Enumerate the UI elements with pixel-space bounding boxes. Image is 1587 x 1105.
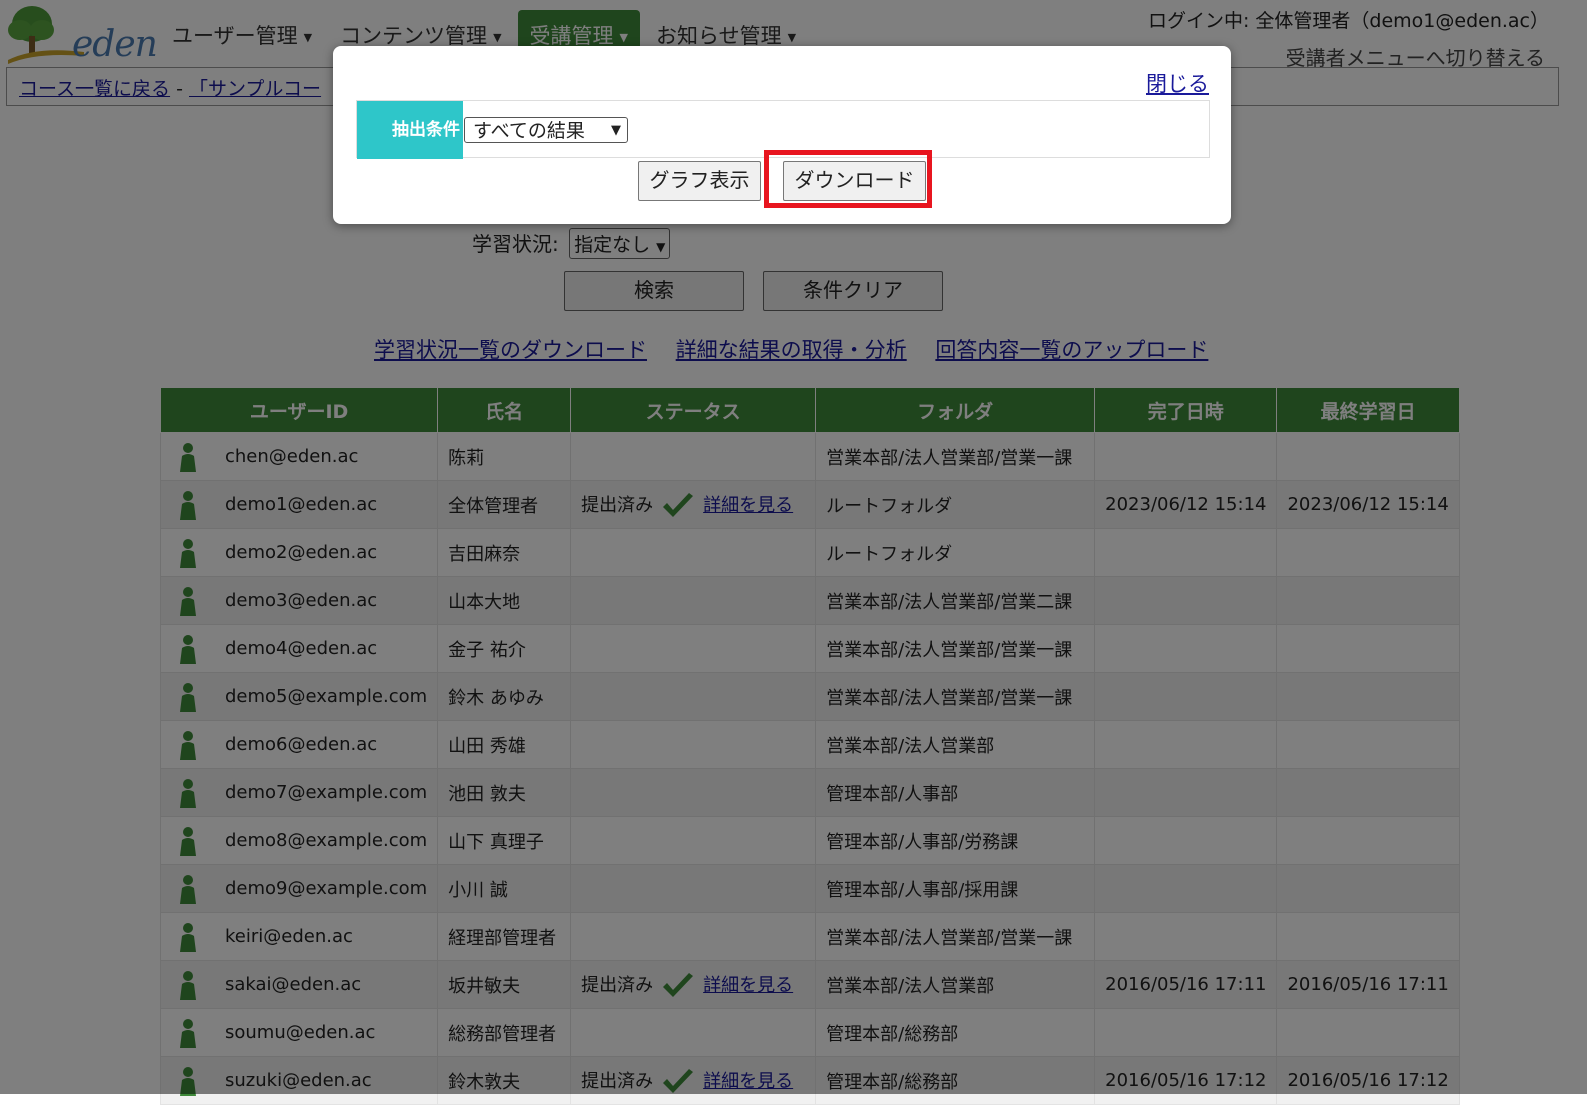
chevron-down-icon: ▼ <box>611 123 621 138</box>
page: eden ユーザー管理▼ コンテンツ管理▼ 受講管理▼ お知らせ管理▼ ログイン… <box>0 0 1587 1105</box>
condition-label: 抽出条件 <box>357 101 463 159</box>
close-link[interactable]: 閉じる <box>1146 68 1209 98</box>
export-modal: 閉じる 抽出条件 すべての結果 ▼ グラフ表示 ダウンロード <box>333 46 1231 224</box>
download-highlight-box <box>764 150 932 208</box>
graph-display-button[interactable]: グラフ表示 <box>638 161 761 201</box>
condition-select[interactable]: すべての結果 ▼ <box>464 117 628 143</box>
condition-value: すべての結果 <box>473 120 585 142</box>
